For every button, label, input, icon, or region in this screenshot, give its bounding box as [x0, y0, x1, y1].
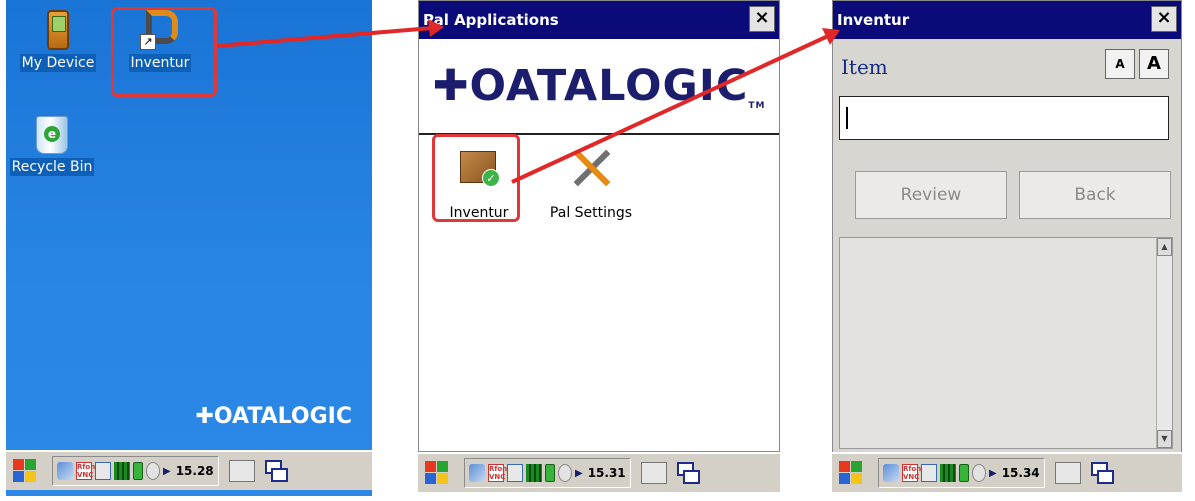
network-icon[interactable] [469, 464, 485, 482]
window-switcher-icon[interactable] [1090, 462, 1114, 484]
system-tray: Rfon VNC ▶ 15.28 [52, 456, 219, 486]
vnc-icon[interactable]: Rfon VNC [902, 464, 921, 482]
pal-applications-window: Pal Applications × ✚OATALOGICTM ✓ Invent… [418, 0, 780, 452]
network-icon[interactable] [883, 464, 899, 482]
title-bar: Pal Applications × [419, 1, 779, 39]
vnc-icon[interactable]: Rfon VNC [76, 462, 95, 480]
start-icon[interactable] [424, 460, 450, 486]
system-tray: Rfon VNC ▶ 15.31 [464, 458, 631, 488]
network-icon[interactable] [57, 462, 73, 480]
signal-icon[interactable] [526, 464, 542, 482]
highlight-box-pal-inventur [432, 134, 520, 222]
logo-area: ✚OATALOGICTM [419, 39, 779, 135]
taskbar: Rfon VNC ▶ 15.28 [6, 450, 372, 490]
desktop-icon-label: My Device [19, 54, 97, 72]
app-label: Pal Settings [549, 205, 633, 221]
window-title: Inventur [837, 11, 910, 29]
battery-icon[interactable] [545, 464, 555, 482]
vnc-icon[interactable]: Rfon VNC [488, 464, 507, 482]
input-panel-icon[interactable] [507, 464, 523, 482]
bluetooth-icon[interactable] [972, 464, 986, 482]
keyboard-icon[interactable] [1054, 462, 1081, 484]
keyboard-icon[interactable] [640, 462, 667, 484]
tray-expand-icon[interactable]: ▶ [989, 468, 997, 479]
keyboard-icon[interactable] [228, 460, 255, 482]
font-decrease-button[interactable]: A [1105, 49, 1135, 79]
signal-icon[interactable] [940, 464, 956, 482]
device-icon [47, 10, 69, 50]
taskbar-clock: 15.34 [1001, 466, 1040, 480]
back-button[interactable]: Back [1019, 171, 1171, 219]
taskbar: Rfon VNC ▶ 15.31 [418, 452, 780, 492]
signal-icon[interactable] [114, 462, 130, 480]
bluetooth-icon[interactable] [146, 462, 160, 480]
scroll-down-icon[interactable]: ▼ [1157, 430, 1172, 448]
font-increase-button[interactable]: A [1139, 49, 1169, 79]
battery-icon[interactable] [959, 464, 969, 482]
item-input[interactable] [839, 96, 1169, 140]
start-icon[interactable] [12, 458, 38, 484]
datalogic-logo: ✚OATALOGICTM [432, 61, 766, 111]
item-label: Item [841, 55, 888, 79]
start-icon[interactable] [838, 460, 864, 486]
tray-expand-icon[interactable]: ▶ [163, 466, 171, 477]
system-tray: Rfon VNC ▶ 15.34 [878, 458, 1045, 488]
recycle-bin-icon: e [36, 116, 68, 154]
scroll-up-icon[interactable]: ▲ [1157, 238, 1172, 256]
taskbar-clock: 15.31 [587, 466, 626, 480]
review-button[interactable]: Review [855, 171, 1007, 219]
taskbar: Rfon VNC ▶ 15.34 [832, 452, 1182, 492]
desktop-icon-label: Recycle Bin [9, 158, 95, 176]
window-switcher-icon[interactable] [676, 462, 700, 484]
input-panel-icon[interactable] [95, 462, 111, 480]
window-title: Pal Applications [423, 11, 559, 29]
title-bar: Inventur × [833, 1, 1181, 39]
highlight-box-desktop-inventur [111, 7, 217, 97]
vertical-scrollbar[interactable]: ▲ ▼ [1156, 238, 1172, 448]
review-list[interactable]: ▲ ▼ [839, 237, 1173, 449]
desktop-icon-my-device[interactable]: My Device [10, 0, 106, 72]
desktop-logo: ✚OATALOGIC [195, 404, 352, 429]
close-button[interactable]: × [1151, 6, 1177, 32]
close-button[interactable]: × [749, 6, 775, 32]
desktop-icon-recycle-bin[interactable]: e Recycle Bin [6, 108, 100, 176]
taskbar-clock: 15.28 [175, 464, 214, 478]
inventur-window: Inventur × Item A A Review Back ▲ ▼ [832, 0, 1182, 459]
inventur-body: Item A A Review Back ▲ ▼ [833, 39, 1181, 459]
input-panel-icon[interactable] [921, 464, 937, 482]
tray-expand-icon[interactable]: ▶ [575, 468, 583, 479]
battery-icon[interactable] [133, 462, 143, 480]
bluetooth-icon[interactable] [558, 464, 572, 482]
tools-icon [569, 145, 613, 189]
app-pal-settings[interactable]: Pal Settings [535, 145, 647, 221]
window-switcher-icon[interactable] [264, 460, 288, 482]
screenshot-stage: My Device ↗ Inventur e Recycle Bin ✚OATA… [0, 0, 1195, 501]
